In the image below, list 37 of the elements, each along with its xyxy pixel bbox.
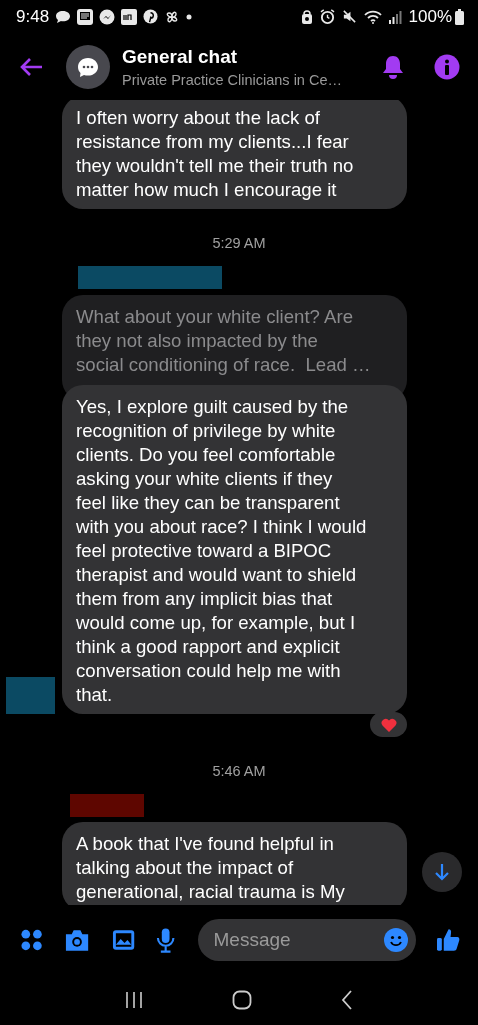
signal-icon (388, 9, 402, 24)
apps-grid-icon[interactable] (20, 928, 44, 952)
down-arrow-icon (435, 863, 449, 881)
lock-icon (300, 9, 313, 24)
chat-bolt-icon (99, 8, 116, 25)
image-icon[interactable] (111, 929, 135, 951)
heart-icon (380, 717, 397, 732)
message-app-icon (77, 8, 94, 25)
home-icon[interactable] (232, 990, 252, 1010)
back-icon[interactable] (341, 990, 354, 1010)
camera-icon[interactable] (64, 929, 91, 951)
battery-percent: 100% (408, 6, 452, 27)
thumbs-up-icon[interactable] (436, 928, 460, 952)
info-icon[interactable] (434, 53, 460, 80)
back-arrow-icon[interactable] (20, 56, 44, 77)
emoji-icon[interactable] (383, 928, 408, 952)
mute-icon (341, 9, 357, 24)
chat-subtitle: Private Practice Clinicians in Ce… (122, 71, 342, 88)
message-bubble: A book that I've found helpful in talking about the impact of generational, racial trauma is My (62, 822, 407, 905)
speech-bubble-icon (55, 9, 72, 24)
chat-title: General chat (122, 45, 239, 68)
battery-icon (455, 8, 464, 25)
scroll-down-button[interactable] (422, 852, 462, 892)
dot-icon (186, 13, 193, 20)
alarm-icon (319, 9, 335, 24)
message-bubble: I often worry about the lack of resistance from my clients...I fear they wouldn't tell me their truth no matter how much I encourage it (62, 100, 407, 209)
group-avatar-icon (66, 44, 110, 89)
message-field[interactable]: Message (197, 919, 416, 961)
microphone-icon[interactable] (156, 927, 176, 953)
wifi-icon (363, 9, 382, 24)
recent-apps-icon[interactable] (124, 991, 143, 1009)
clock-time: 9:48 (16, 6, 50, 27)
timestamp: 5:29 AM (212, 235, 266, 251)
timestamp: 5:46 AM (212, 763, 266, 779)
message-bubble: Yes, I explore guilt caused by the recognition of privilege by white clients. Do you feel comfortable asking your white clients if they feel like they can be transparent with you about race? I think I would feel protective toward a BIPOC therapist and would want to shield them from any implicit bias that would come up, for example, but I think a good rapport and explicit conversation could help me with that. (62, 385, 407, 714)
bell-icon[interactable] (382, 54, 404, 79)
message-input[interactable]: Message (211, 928, 384, 952)
